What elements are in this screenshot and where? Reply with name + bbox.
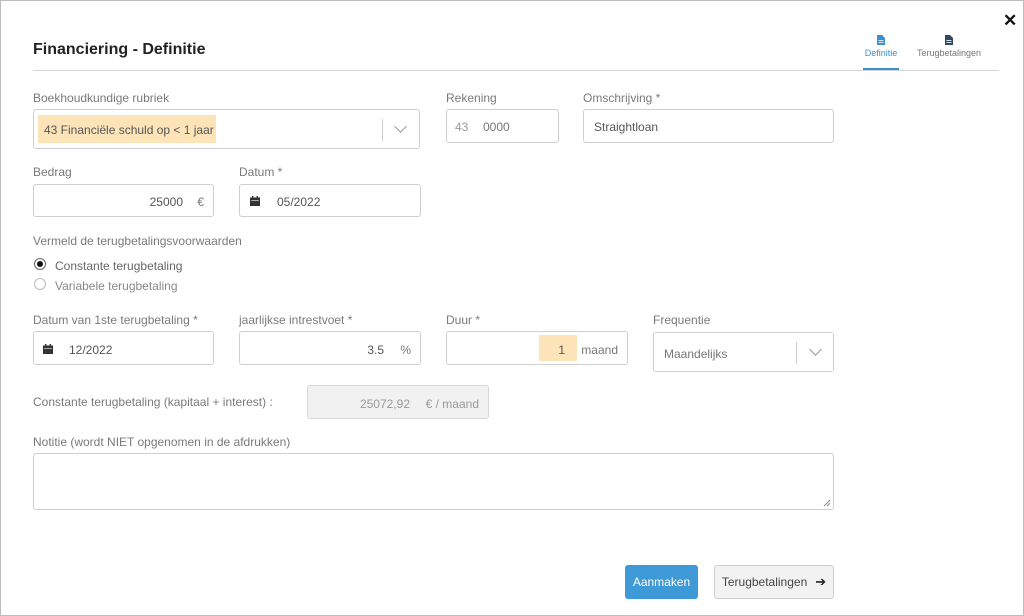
radio-variabele-label[interactable]: Variabele terugbetaling: [55, 279, 178, 293]
notitie-textarea[interactable]: [33, 453, 834, 510]
frequentie-label: Frequentie: [653, 313, 711, 327]
header-divider: [33, 70, 999, 71]
frequentie-select[interactable]: Maandelijks: [653, 332, 834, 372]
omschrijving-label: Omschrijving *: [583, 91, 661, 105]
calendar-icon[interactable]: [43, 344, 53, 354]
radio-constante[interactable]: [34, 258, 46, 270]
calendar-icon[interactable]: [250, 196, 260, 206]
notitie-label: Notitie (wordt NIET opgenomen in de afdr…: [33, 435, 291, 449]
bedrag-label: Bedrag: [33, 165, 72, 179]
rekening-field[interactable]: 43 0000: [446, 109, 559, 143]
arrow-right-icon: ➔: [815, 574, 827, 589]
rubriek-select[interactable]: 43 Financiële schuld op < 1 jaar: [33, 109, 420, 149]
intrestvoet-input[interactable]: 3.5 %: [239, 331, 421, 365]
euro-unit: €: [197, 195, 204, 209]
terugbetalingen-button-label: Terugbetalingen: [721, 575, 808, 589]
rekening-label: Rekening: [446, 91, 497, 105]
chevron-down-icon[interactable]: [394, 120, 407, 133]
radio-constante-dot[interactable]: [34, 258, 46, 270]
aanmaken-button[interactable]: Aanmaken: [625, 565, 698, 599]
percent-unit: %: [400, 343, 411, 357]
chevron-down-icon[interactable]: [809, 343, 822, 356]
radio-variabele[interactable]: [34, 278, 46, 290]
constante-value: 25072,92: [359, 397, 410, 411]
document-icon: [877, 35, 885, 45]
document-icon: [945, 35, 953, 45]
select-separator: [382, 119, 383, 141]
eerste-terugbetaling-input[interactable]: 12/2022: [33, 331, 214, 365]
rekening-value: 0000: [483, 120, 510, 134]
terugbetalingen-button[interactable]: Terugbetalingen ➔: [714, 565, 834, 599]
close-icon[interactable]: ✕: [1003, 11, 1017, 31]
tab-definitie[interactable]: Definitie: [859, 35, 903, 58]
datum-label: Datum *: [239, 165, 283, 179]
constante-unit: € / maand: [425, 397, 479, 411]
intrestvoet-value: 3.5: [367, 343, 384, 357]
eerste-terugbetaling-value: 12/2022: [69, 343, 113, 357]
radio-variabele-dot[interactable]: [34, 278, 46, 290]
constante-label: Constante terugbetaling (kapitaal + inte…: [33, 395, 273, 409]
tab-terugbetalingen[interactable]: Terugbetalingen: [911, 35, 987, 58]
tab-terugbetalingen-label: Terugbetalingen: [916, 48, 982, 58]
dialog: Financiering - Definitie ✕ Definitie Ter…: [0, 0, 1024, 616]
resize-grip-icon[interactable]: [823, 499, 831, 507]
duur-value: 1: [558, 343, 565, 357]
constante-field: 25072,92 € / maand: [307, 385, 489, 419]
active-tab-indicator: [863, 68, 899, 70]
intrestvoet-label: jaarlijkse intrestvoet *: [239, 313, 353, 327]
datum-value: 05/2022: [277, 195, 321, 209]
datum-input[interactable]: 05/2022: [239, 184, 421, 217]
duur-input[interactable]: 1 maand: [446, 331, 628, 365]
frequentie-value: Maandelijks: [664, 347, 728, 361]
omschrijving-value: Straightloan: [594, 120, 659, 134]
rubriek-value: 43 Financiële schuld op < 1 jaar: [44, 123, 214, 137]
rekening-prefix: 43: [455, 120, 469, 134]
rubriek-label: Boekhoudkundige rubriek: [33, 91, 170, 105]
select-separator: [796, 342, 797, 364]
omschrijving-input[interactable]: Straightloan: [583, 109, 834, 143]
dialog-title: Financiering - Definitie: [33, 41, 206, 58]
voorwaarden-label: Vermeld de terugbetalingsvoorwaarden: [33, 234, 242, 248]
bedrag-value: 25000: [149, 195, 183, 209]
eerste-terugbetaling-label: Datum van 1ste terugbetaling *: [33, 313, 198, 327]
duur-label: Duur *: [446, 313, 481, 327]
tab-definitie-label: Definitie: [864, 48, 898, 58]
radio-constante-label[interactable]: Constante terugbetaling: [55, 259, 182, 273]
bedrag-input[interactable]: 25000 €: [33, 184, 214, 217]
duur-unit: maand: [581, 343, 618, 357]
